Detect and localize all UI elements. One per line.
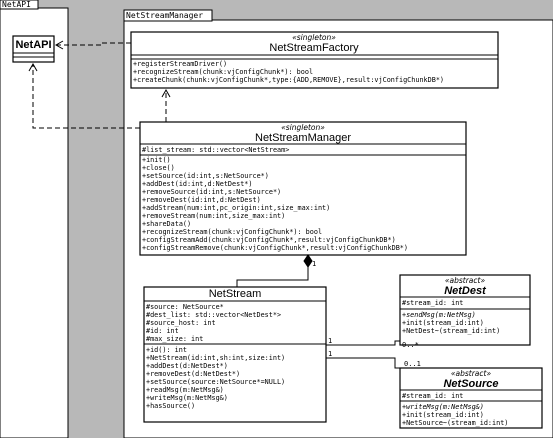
netstream-operation: +writeMsg(m:NetMsg&)	[146, 394, 228, 402]
manager-operation: +recognizeStream(chunk:vjConfigChunk*): …	[142, 228, 322, 236]
netdest-operation: +init(stream_id:int)	[402, 319, 484, 327]
manager-operation: +addStream(num:int,pc_origin:int,size_ma…	[142, 204, 330, 212]
class-netsource: «abstract» NetSource #stream_id: int +wr…	[399, 367, 543, 429]
class-netdest-stereotype: «abstract»	[445, 276, 486, 285]
manager-operation: +addDest(id:int,d:NetDest*)	[142, 180, 253, 188]
class-netdest-name: NetDest	[444, 285, 487, 297]
netstream-operation: +removeDest(d:NetDest*)	[146, 370, 240, 378]
manager-operation: +shareData()	[142, 220, 191, 228]
netstream-attribute: #id: int	[146, 327, 179, 335]
manager-operation: +removeSource(id:int,s:NetSource*)	[142, 188, 281, 196]
class-netstreamfactory-stereotype: «singleton»	[292, 33, 336, 42]
netstream-operation: +addDest(d:NetDest*)	[146, 362, 228, 370]
class-netstreamfactory: «singleton» NetStreamFactory +registerSt…	[130, 31, 499, 89]
netstream-attribute: #source_host: int	[146, 319, 216, 327]
netstream-attribute: #source: NetSource*	[146, 303, 224, 311]
netstream-operation: +hasSource()	[146, 402, 195, 410]
netstream-operation: +NetStream(id:int,sh:int,size:int)	[146, 354, 285, 362]
multiplicity-label: 1	[312, 260, 316, 268]
manager-operation: +removeDest(id:int,d:NetDest)	[142, 196, 261, 204]
netsource-operation: +NetSource~(stream_id:int)	[402, 419, 508, 427]
class-netstreamfactory-name: NetStreamFactory	[269, 42, 359, 54]
package-netapi-tab: NetAPI	[2, 0, 31, 9]
multiplicity-label: 1	[328, 350, 332, 358]
class-netapi-name: NetAPI	[15, 39, 51, 51]
factory-operation: +recognizeStream(chunk:vjConfigChunk*): …	[133, 68, 313, 76]
netstream-operation: +id(): int	[146, 346, 187, 354]
factory-operation: +registerStreamDriver()	[133, 60, 227, 68]
manager-operation: +configStreamRemove(chunk:vjConfigChunk*…	[142, 244, 408, 252]
class-netstreammanager: «singleton» NetStreamManager #list_strea…	[139, 121, 467, 256]
manager-attribute: #list_stream: std::vector<NetStream>	[142, 146, 289, 154]
netsource-operation: +init(stream_id:int)	[402, 411, 484, 419]
class-diagram: NetAPI NetStreamManager NetAPI «singleto…	[0, 0, 553, 438]
class-netapi: NetAPI	[12, 35, 55, 63]
manager-operation: +init()	[142, 156, 171, 164]
netstream-operation: +setSource(source:NetSource*=NULL)	[146, 378, 285, 386]
netsource-operation: +writeMsg(m:NetMsg&)	[402, 403, 484, 411]
multiplicity-label: 1	[328, 337, 332, 345]
class-netstream-name: NetStream	[209, 288, 262, 300]
multiplicity-label: 0..*	[402, 341, 419, 349]
class-netstreammanager-stereotype: «singleton»	[281, 123, 325, 132]
class-netdest: «abstract» NetDest #stream_id: int +send…	[399, 274, 531, 346]
class-netstreammanager-name: NetStreamManager	[255, 132, 351, 144]
class-netsource-stereotype: «abstract»	[451, 369, 492, 378]
manager-operation: +setSource(id:int,s:NetSource*)	[142, 172, 269, 180]
netsource-attribute: #stream_id: int	[402, 392, 463, 400]
class-netsource-name: NetSource	[443, 378, 498, 390]
netdest-attribute: #stream_id: int	[402, 299, 463, 307]
netstream-attribute: #max_size: int	[146, 335, 203, 343]
factory-operation: +createChunk(chunk:vjConfigChunk*,type:{…	[133, 76, 444, 84]
netstream-operation: +readMsg(m:NetMsg&)	[146, 386, 224, 394]
package-netstreammanager-tab: NetStreamManager	[126, 11, 203, 20]
netdest-operation: +NetDest~(stream_id:int)	[402, 327, 500, 335]
manager-operation: +close()	[142, 164, 175, 172]
manager-operation: +removeStream(num:int,size_max:int)	[142, 212, 285, 220]
manager-operation: +configStreamAdd(chunk:vjConfigChunk*,re…	[142, 236, 396, 244]
netdest-operation: +sendMsg(m:NetMsg)	[402, 311, 476, 319]
class-netstream: NetStream #source: NetSource* #dest_list…	[143, 286, 327, 423]
netstream-attribute: #dest_list: std::vector<NetDest*>	[146, 311, 281, 319]
multiplicity-label: 0..1	[404, 360, 421, 368]
